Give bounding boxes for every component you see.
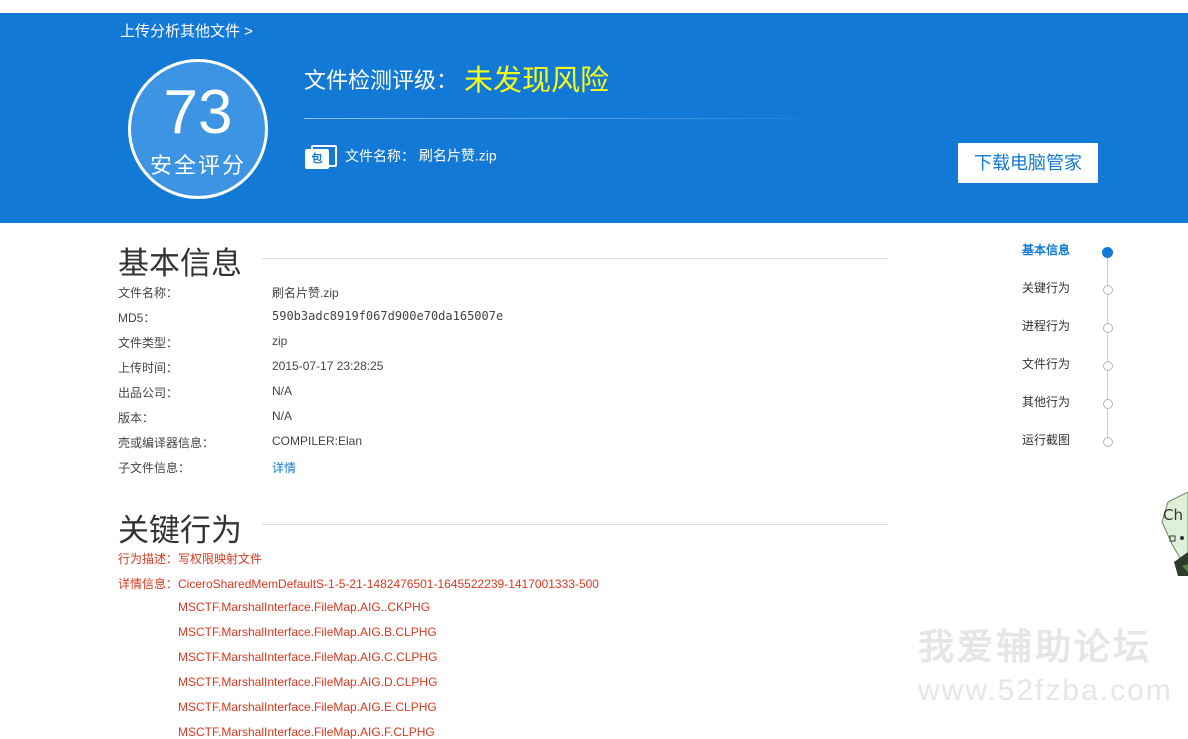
file-name-value: 刷名片赞.zip — [418, 147, 497, 164]
side-nav-process-behavior[interactable]: 进程行为 — [1022, 317, 1122, 337]
subfile-details-link[interactable]: 详情 — [272, 459, 296, 476]
side-nav-label: 文件行为 — [1022, 357, 1071, 371]
info-key: 版本： — [118, 411, 155, 425]
nav-dot-icon — [1103, 437, 1113, 447]
top-white-strip — [0, 0, 1188, 13]
watermark-url: www.52fzba.com — [918, 674, 1173, 707]
info-row-filename: 文件名称： 刷名片赞.zip — [118, 284, 818, 304]
info-value: 刷名片赞.zip — [272, 286, 339, 300]
behavior-description: 行为描述：写权限映射文件 — [118, 552, 263, 566]
result-banner: 上传分析其他文件 > 73 安全评分 文件检测评级： 未发现风险 包 文件名称： … — [0, 13, 1188, 223]
behavior-detail: 详情信息：CiceroSharedMemDefaultS-1-5-21-1482… — [118, 577, 599, 591]
info-key: 壳或编译器信息： — [118, 436, 215, 450]
score-value: 73 — [163, 78, 233, 147]
watermark-title: 我爱辅助论坛 — [918, 626, 1153, 667]
side-nav: 基本信息 关键行为 进程行为 文件行为 其他行为 运行截图 — [1022, 236, 1122, 456]
file-name-row: 包 文件名称： 刷名片赞.zip — [305, 145, 497, 169]
info-row-subfiles: 子文件信息： 详情 — [118, 459, 818, 479]
info-row-version: 版本： N/A — [118, 409, 818, 429]
behavior-detail-item: MSCTF.MarshalInterface.FileMap.AIG..CKPH… — [178, 600, 431, 614]
side-nav-file-behavior[interactable]: 文件行为 — [1022, 355, 1122, 375]
side-nav-label: 基本信息 — [1022, 243, 1071, 257]
nav-dot-icon — [1103, 399, 1113, 409]
behavior-detail-item: MSCTF.MarshalInterface.FileMap.AIG.F.CLP… — [178, 725, 435, 739]
info-value: N/A — [272, 409, 293, 423]
info-value: COMPILER:Elan — [272, 434, 363, 448]
download-pc-manager-button[interactable]: 下载电脑管家 — [958, 143, 1098, 183]
info-row-md5: MD5： 590b3adc8919f067d900e70da165007e — [118, 309, 818, 329]
info-value: zip — [272, 334, 288, 348]
safety-score-circle: 73 安全评分 — [128, 59, 268, 199]
nav-dot-icon — [1103, 323, 1113, 333]
info-key: 出品公司： — [118, 386, 179, 400]
rating-value: 未发现风险 — [464, 65, 610, 97]
package-icon: 包 — [305, 145, 337, 169]
rating-heading: 文件检测评级： 未发现风险 — [304, 57, 609, 99]
key-behavior-divider — [262, 524, 888, 525]
info-key: 上传时间： — [118, 361, 179, 375]
mascot-icon[interactable]: Ch — [1160, 492, 1188, 576]
side-nav-key-behavior[interactable]: 关键行为 — [1022, 279, 1122, 299]
key-behavior-title: 关键行为 — [118, 513, 242, 548]
side-nav-label: 其他行为 — [1022, 395, 1071, 409]
side-nav-screenshots[interactable]: 运行截图 — [1022, 431, 1122, 451]
side-nav-label: 进程行为 — [1022, 319, 1071, 333]
behavior-detail-item: MSCTF.MarshalInterface.FileMap.AIG.B.CLP… — [178, 625, 437, 639]
rating-label: 文件检测评级： — [304, 68, 459, 93]
side-nav-label: 关键行为 — [1022, 281, 1071, 295]
behavior-detail-item: MSCTF.MarshalInterface.FileMap.AIG.E.CLP… — [178, 700, 437, 714]
basic-info-title: 基本信息 — [118, 246, 242, 281]
file-name-label: 文件名称： — [345, 147, 415, 164]
upload-other-file-link[interactable]: 上传分析其他文件 > — [120, 20, 253, 41]
side-nav-basic-info[interactable]: 基本信息 — [1022, 241, 1122, 261]
side-nav-other-behavior[interactable]: 其他行为 — [1022, 393, 1122, 413]
info-value: 2015-07-17 23:28:25 — [272, 359, 384, 373]
side-nav-label: 运行截图 — [1022, 433, 1071, 447]
info-value: 590b3adc8919f067d900e70da165007e — [272, 309, 504, 323]
info-value: N/A — [272, 384, 293, 398]
nav-dot-icon — [1103, 361, 1113, 371]
info-key: 子文件信息： — [118, 461, 191, 475]
info-row-upload-time: 上传时间： 2015-07-17 23:28:25 — [118, 359, 818, 379]
info-key: MD5： — [118, 311, 156, 325]
info-row-company: 出品公司： N/A — [118, 384, 818, 404]
svg-text:Ch: Ch — [1163, 506, 1183, 524]
basic-info-divider — [262, 258, 888, 259]
behavior-detail-item: MSCTF.MarshalInterface.FileMap.AIG.D.CLP… — [178, 675, 438, 689]
nav-dot-icon — [1102, 247, 1113, 258]
info-row-compiler: 壳或编译器信息： COMPILER:Elan — [118, 434, 818, 454]
score-label: 安全评分 — [149, 153, 246, 178]
behavior-detail-item: MSCTF.MarshalInterface.FileMap.AIG.C.CLP… — [178, 650, 438, 664]
info-key: 文件类型： — [118, 336, 179, 350]
header-divider — [304, 118, 804, 119]
nav-dot-icon — [1103, 285, 1113, 295]
info-row-filetype: 文件类型： zip — [118, 334, 818, 354]
info-key: 文件名称： — [118, 286, 179, 300]
